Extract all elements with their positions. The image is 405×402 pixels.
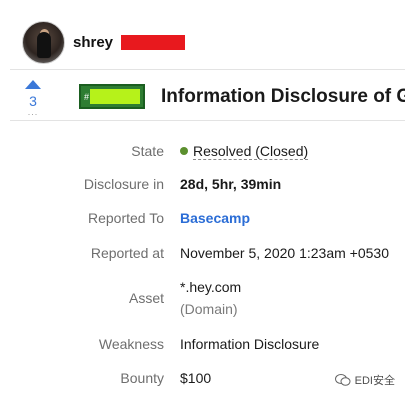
asset-value[interactable]: *.hey.com bbox=[180, 279, 241, 295]
asset-value-wrapper: *.hey.com (Domain) bbox=[180, 279, 241, 317]
report-title: Information Disclosure of G bbox=[161, 86, 405, 107]
report-id-badge[interactable]: # bbox=[79, 84, 145, 109]
asset-label: Asset bbox=[128, 290, 164, 306]
upvote-widget[interactable]: 3 ... bbox=[22, 80, 44, 117]
status-dot-icon bbox=[180, 147, 188, 155]
reporter-header: shrey bbox=[22, 18, 186, 66]
reporter-username[interactable]: shrey bbox=[73, 34, 113, 51]
detail-row-reported-at: Reported at November 5, 2020 1:23am +053… bbox=[0, 245, 405, 261]
watermark: EDI安全 bbox=[334, 372, 395, 388]
header-divider bbox=[10, 69, 405, 70]
bounty-value: $100 bbox=[180, 370, 212, 386]
upvote-arrow-icon[interactable] bbox=[25, 80, 41, 89]
state-value[interactable]: Resolved (Closed) bbox=[193, 143, 309, 160]
disclosure-value: 28d, 5hr, 39min bbox=[180, 176, 282, 192]
detail-row-weakness: Weakness Information Disclosure bbox=[0, 336, 405, 352]
detail-row-reported-to: Reported To Basecamp bbox=[0, 210, 405, 226]
state-label: State bbox=[131, 143, 164, 159]
reported-at-value: November 5, 2020 1:23am +0530 bbox=[180, 245, 389, 261]
bounty-label: Bounty bbox=[120, 370, 164, 386]
vote-dots: ... bbox=[27, 107, 39, 117]
reported-to-label: Reported To bbox=[87, 210, 164, 226]
report-id-hash: # bbox=[84, 91, 90, 102]
asset-type: (Domain) bbox=[180, 301, 238, 317]
detail-row-disclosure: Disclosure in 28d, 5hr, 39min bbox=[0, 176, 405, 192]
reported-at-label: Reported at bbox=[90, 245, 164, 261]
watermark-text: EDI安全 bbox=[354, 375, 395, 387]
detail-row-asset: Asset *.hey.com (Domain) bbox=[0, 279, 405, 317]
report-id-redaction bbox=[90, 89, 140, 104]
state-value-wrapper: Resolved (Closed) bbox=[180, 143, 309, 160]
avatar[interactable] bbox=[22, 20, 65, 64]
avatar-figure bbox=[37, 31, 51, 58]
weakness-value[interactable]: Information Disclosure bbox=[180, 336, 319, 352]
detail-row-state: State Resolved (Closed) bbox=[0, 143, 405, 160]
weakness-label: Weakness bbox=[98, 336, 164, 352]
wechat-icon bbox=[334, 374, 351, 386]
title-divider bbox=[10, 120, 405, 121]
reported-to-link[interactable]: Basecamp bbox=[180, 210, 250, 226]
redaction-bar bbox=[121, 34, 186, 50]
disclosure-label: Disclosure in bbox=[83, 176, 164, 192]
